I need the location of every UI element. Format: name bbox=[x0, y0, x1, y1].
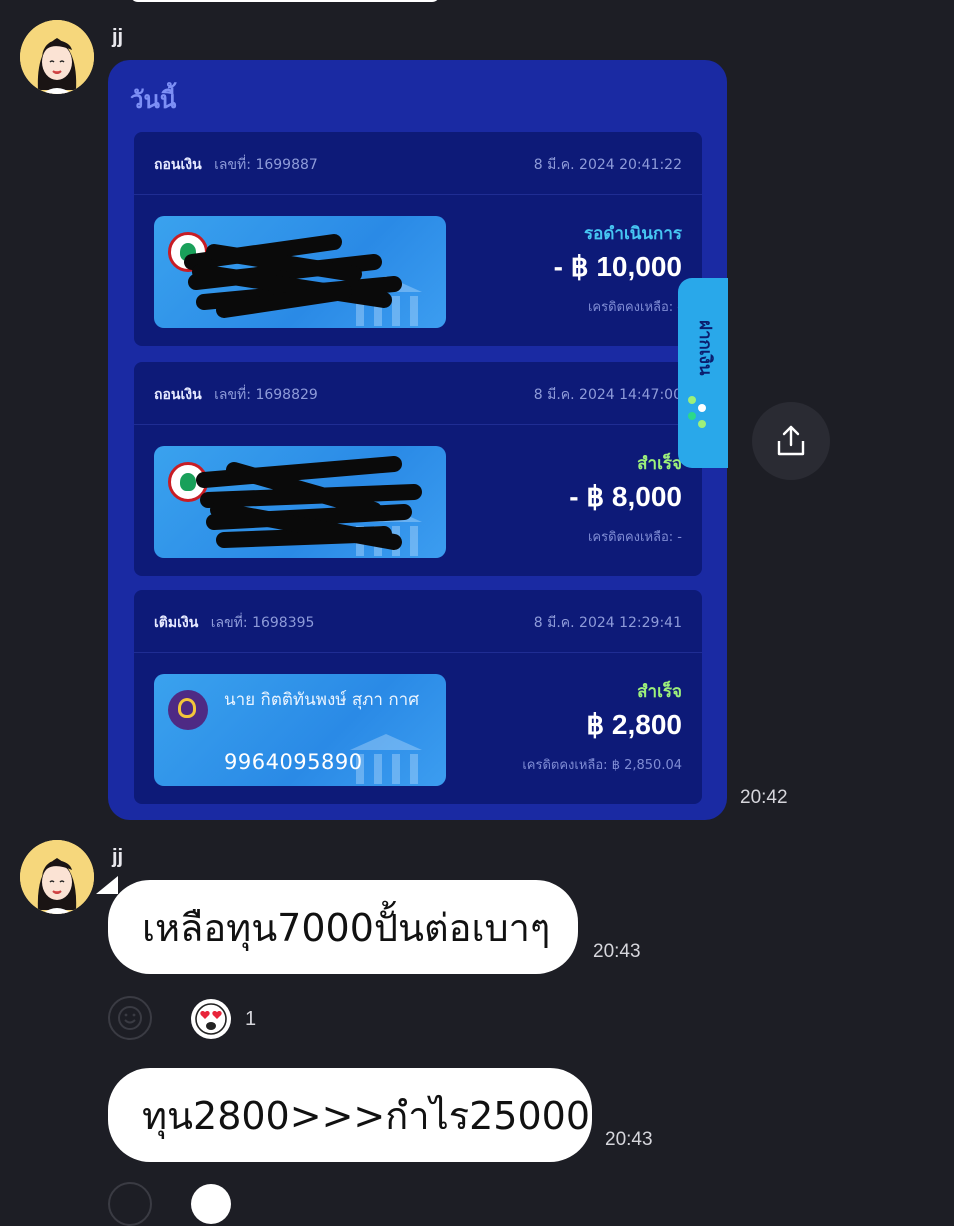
message-time: 20:43 bbox=[605, 1129, 653, 1150]
transaction-amount: - ฿ 8,000 bbox=[569, 481, 682, 512]
deposit-tab-label: ฝากเงิน bbox=[695, 320, 715, 376]
transaction-type: เติมเงิน bbox=[154, 615, 199, 631]
previous-bubble-edge bbox=[130, 0, 440, 2]
transaction-status: สำเร็จ bbox=[637, 454, 682, 474]
avatar[interactable] bbox=[20, 20, 94, 94]
add-reaction-button[interactable] bbox=[108, 996, 152, 1040]
transaction-header: ถอนเงิน เลขที่: 1699887 8 มี.ค. 2024 20:… bbox=[154, 154, 682, 176]
dot-icon bbox=[698, 404, 706, 412]
transaction-date: 8 มี.ค. 2024 12:29:41 bbox=[533, 615, 682, 631]
dot-icon bbox=[698, 420, 706, 428]
avatar[interactable] bbox=[20, 840, 94, 914]
divider bbox=[134, 424, 702, 425]
transaction-amount: - ฿ 10,000 bbox=[553, 251, 682, 282]
bank-account-card bbox=[154, 446, 446, 558]
credit-remaining: เครดิตคงเหลือ: ฿ 2,850.04 bbox=[522, 758, 682, 773]
transaction-card: ถอนเงิน เลขที่: 1699887 8 มี.ค. 2024 20:… bbox=[134, 132, 702, 346]
shared-screenshot[interactable]: วันนี้ ถอนเงิน เลขที่: 1699887 8 มี.ค. 2… bbox=[108, 60, 727, 820]
transaction-type: ถอนเงิน bbox=[154, 157, 202, 173]
message-bubble[interactable]: ทุน2800>>>กำไร25000 bbox=[108, 1068, 592, 1162]
add-reaction-button[interactable] bbox=[108, 1182, 152, 1226]
transaction-date: 8 มี.ค. 2024 20:41:22 bbox=[533, 157, 682, 173]
sender-name: jj bbox=[112, 846, 124, 868]
redaction-scribble bbox=[196, 456, 422, 550]
transaction-status: รอดำเนินการ bbox=[584, 224, 682, 244]
heart-eyes-icon bbox=[195, 1003, 227, 1035]
bubble-tail bbox=[96, 876, 118, 894]
transaction-type: ถอนเงิน bbox=[154, 387, 202, 403]
divider bbox=[134, 194, 702, 195]
transaction-amount: ฿ 2,800 bbox=[586, 709, 682, 740]
scb-logo-icon bbox=[168, 690, 208, 730]
message-text: เหลือทุน7000ปั้นต่อเบาๆ bbox=[142, 905, 551, 950]
transaction-status: สำเร็จ bbox=[637, 682, 682, 702]
deposit-side-tab: ฝากเงิน bbox=[678, 278, 728, 468]
message-time: 20:42 bbox=[740, 787, 788, 808]
credit-remaining: เครดิตคงเหลือ: - bbox=[587, 530, 682, 545]
avatar-illustration bbox=[20, 20, 94, 94]
dot-icon bbox=[688, 412, 696, 420]
today-heading: วันนี้ bbox=[130, 86, 177, 114]
redaction-scribble bbox=[184, 234, 402, 318]
reaction-count: 1 bbox=[245, 1008, 257, 1030]
message-time: 20:43 bbox=[593, 941, 641, 962]
account-number: 9964095890 bbox=[224, 750, 363, 774]
dot-icon bbox=[688, 396, 696, 404]
transaction-header: ถอนเงิน เลขที่: 1698829 8 มี.ค. 2024 14:… bbox=[154, 384, 682, 406]
share-button[interactable] bbox=[752, 402, 830, 480]
message-bubble[interactable]: เหลือทุน7000ปั้นต่อเบาๆ bbox=[108, 880, 578, 974]
message-text: ทุน2800>>>กำไร25000 bbox=[142, 1093, 591, 1138]
avatar-illustration bbox=[20, 840, 94, 914]
transaction-ref: เลขที่: 1699887 bbox=[214, 157, 318, 173]
bank-account-card: นาย กิตติทันพงษ์ สุภา กาศ 9964095890 bbox=[154, 674, 446, 786]
transaction-card: ถอนเงิน เลขที่: 1698829 8 มี.ค. 2024 14:… bbox=[134, 362, 702, 576]
credit-remaining: เครดิตคงเหลือ: - bbox=[587, 300, 682, 315]
bank-account-card bbox=[154, 216, 446, 328]
sender-name: jj bbox=[112, 26, 124, 48]
heart-eyes-reaction[interactable] bbox=[191, 999, 231, 1039]
transaction-header: เติมเงิน เลขที่: 1698395 8 มี.ค. 2024 12… bbox=[154, 612, 682, 634]
share-icon bbox=[777, 425, 805, 456]
transaction-date: 8 มี.ค. 2024 14:47:00 bbox=[533, 387, 682, 403]
transaction-ref: เลขที่: 1698395 bbox=[210, 615, 315, 631]
account-name: นาย กิตติทันพงษ์ สุภา กาศ bbox=[224, 690, 420, 710]
reaction-emoji[interactable] bbox=[191, 1184, 231, 1224]
smiley-icon bbox=[118, 1006, 142, 1030]
transaction-card: เติมเงิน เลขที่: 1698395 8 มี.ค. 2024 12… bbox=[134, 590, 702, 804]
transaction-ref: เลขที่: 1698829 bbox=[214, 387, 318, 403]
divider bbox=[134, 652, 702, 653]
